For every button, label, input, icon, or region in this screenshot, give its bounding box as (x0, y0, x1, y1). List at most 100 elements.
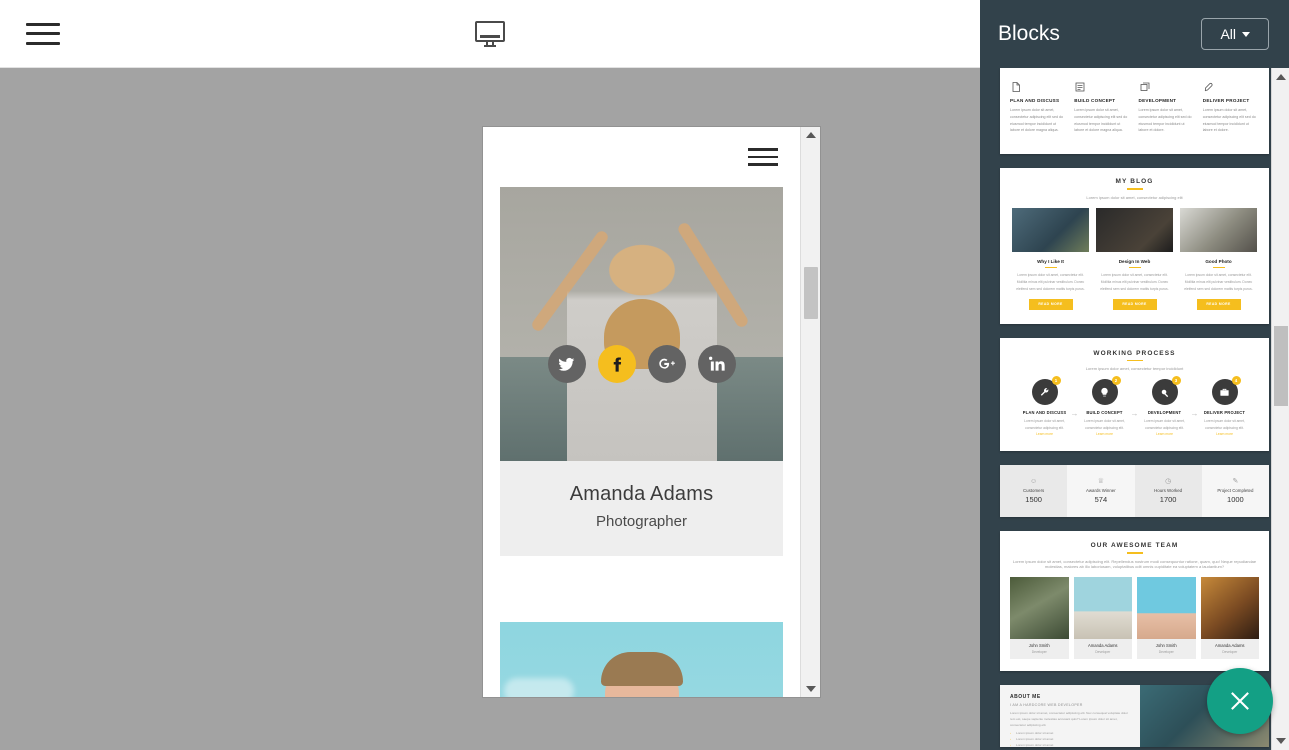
step-title: DELIVER PROJECT (1201, 410, 1249, 415)
feature-text: Lorem ipsum dolor sit amet, consectetur … (1010, 107, 1066, 134)
process-step: 3 DEVELOPMENT Lorem ipsum dolor sit amet… (1141, 379, 1189, 437)
member-photo (1201, 577, 1260, 639)
card-underline (1129, 267, 1141, 268)
heading-underline (1127, 188, 1143, 190)
blog-card-text: Lorem ipsum dolor sit amet, consectetur … (1180, 272, 1257, 292)
blocks-list[interactable]: PLAN AND DISCUSS Lorem ipsum dolor sit a… (980, 68, 1289, 750)
panel-title: Blocks (998, 22, 1060, 46)
feature-title: DEVELOPMENT (1139, 98, 1195, 103)
about-list-item: Lorem ipsum dolor sit amet (1010, 743, 1130, 747)
google-plus-icon[interactable] (648, 345, 686, 383)
step-number: 2 (1112, 376, 1121, 385)
blog-card-title: Good Photo (1180, 259, 1257, 264)
document-icon (1010, 80, 1022, 92)
counter-item: ✎ Project Completed 1000 (1202, 465, 1269, 517)
hamburger-menu-icon[interactable] (26, 23, 60, 45)
read-more-button[interactable]: READ MORE (1029, 299, 1073, 310)
linkedin-icon[interactable] (698, 345, 736, 383)
step-link[interactable]: Learn more (1036, 432, 1053, 436)
wrench-icon: ✎ (1232, 478, 1238, 485)
scroll-down-icon[interactable] (1272, 738, 1289, 744)
trophy-icon: ♕ (1098, 478, 1104, 485)
close-button[interactable] (1207, 668, 1273, 734)
preview-scrollbar[interactable] (800, 127, 820, 697)
step-title: BUILD CONCEPT (1081, 410, 1129, 415)
feature-text: Lorem ipsum dolor sit amet, consectetur … (1139, 107, 1195, 134)
step-text: Lorem ipsum dolor sit amet, consectetur … (1084, 419, 1125, 429)
about-subheading: I AM A HARDCORE WEB DEVELOPER (1010, 703, 1130, 707)
counter-item: ☺ Customers 1500 (1000, 465, 1067, 517)
card-underline (1213, 267, 1225, 268)
member-name: Amanda Adams (1074, 643, 1133, 648)
block-thumbnail-counters[interactable]: ☺ Customers 1500 ♕ Awards Winner 574 ◷ H… (1000, 465, 1269, 517)
step-text: Lorem ipsum dolor sit amet, consectetur … (1024, 419, 1065, 429)
step-number: 1 (1052, 376, 1061, 385)
site-preview-frame[interactable]: Amanda Adams Photographer (483, 127, 820, 697)
counter-value: 1000 (1227, 495, 1244, 504)
blog-card: Why I Like It Lorem ipsum dolor sit amet… (1012, 208, 1089, 310)
scroll-down-icon[interactable] (801, 686, 820, 692)
block-filter-dropdown[interactable]: All (1201, 18, 1269, 50)
panel-scrollbar-thumb[interactable] (1274, 326, 1288, 406)
process-step: 2 BUILD CONCEPT Lorem ipsum dolor sit am… (1081, 379, 1129, 437)
editor-canvas: Amanda Adams Photographer (0, 0, 980, 750)
team-member-card: John Smith Developer (1010, 577, 1069, 659)
rocket-icon (1203, 80, 1215, 92)
arrow-right-icon: → (1131, 409, 1139, 418)
read-more-button[interactable]: READ MORE (1197, 299, 1241, 310)
clock-icon: ◷ (1165, 478, 1171, 485)
process-step: 4 DELIVER PROJECT Lorem ipsum dolor sit … (1201, 379, 1249, 437)
member-role: Developer (1010, 650, 1069, 654)
list-icon (1074, 80, 1086, 92)
block-thumbnail-team[interactable]: OUR AWESOME TEAM Lorem ipsum dolor sit a… (1000, 531, 1269, 671)
blog-card-title: Design In Web (1096, 259, 1173, 264)
preview-scrollbar-thumb[interactable] (804, 267, 818, 319)
block-thumbnail-features[interactable]: PLAN AND DISCUSS Lorem ipsum dolor sit a… (1000, 68, 1269, 154)
preview-second-section (483, 622, 800, 697)
step-link[interactable]: Learn more (1216, 432, 1233, 436)
blog-image (1180, 208, 1257, 252)
preview-spacer (483, 556, 800, 622)
member-name: John Smith (1137, 643, 1196, 648)
gear-cursor-icon: 3 (1152, 379, 1178, 405)
arrow-right-icon: → (1071, 409, 1079, 418)
about-heading: ABOUT ME (1010, 694, 1130, 700)
blog-heading: MY BLOG (1012, 178, 1257, 185)
feature-column: DELIVER PROJECT Lorem ipsum dolor sit am… (1203, 80, 1259, 134)
editor-toolbar (0, 0, 980, 68)
hero-social-links (500, 345, 783, 383)
step-link[interactable]: Learn more (1096, 432, 1113, 436)
team-member-card: John Smith Developer (1137, 577, 1196, 659)
counter-label: Awards Winner (1086, 488, 1116, 493)
member-name: Amanda Adams (1201, 643, 1260, 648)
team-header: OUR AWESOME TEAM Lorem ipsum dolor sit a… (1010, 542, 1259, 569)
blocks-panel-scrollbar[interactable] (1271, 68, 1289, 750)
feature-title: BUILD CONCEPT (1074, 98, 1130, 103)
member-role: Developer (1137, 650, 1196, 654)
feature-title: PLAN AND DISCUSS (1010, 98, 1066, 103)
step-title: DEVELOPMENT (1141, 410, 1189, 415)
counter-value: 1700 (1160, 495, 1177, 504)
blog-card-title: Why I Like It (1012, 259, 1089, 264)
scroll-up-icon[interactable] (801, 132, 820, 138)
feature-title: DELIVER PROJECT (1203, 98, 1259, 103)
member-role: Developer (1074, 650, 1133, 654)
feature-column: PLAN AND DISCUSS Lorem ipsum dolor sit a… (1010, 80, 1066, 134)
member-photo (1010, 577, 1069, 639)
member-photo (1137, 577, 1196, 639)
facebook-icon[interactable] (598, 345, 636, 383)
block-thumbnail-my-blog[interactable]: MY BLOG Lorem ipsum dolor sit amet, cons… (1000, 168, 1269, 323)
step-number: 4 (1232, 376, 1241, 385)
block-thumbnail-working-process[interactable]: WORKING PROCESS Lorem ipsum dolor amet, … (1000, 338, 1269, 452)
twitter-icon[interactable] (548, 345, 586, 383)
step-link[interactable]: Learn more (1156, 432, 1173, 436)
step-text: Lorem ipsum dolor sit amet, consectetur … (1144, 419, 1185, 429)
preview-page: Amanda Adams Photographer (483, 127, 800, 697)
hamburger-menu-icon[interactable] (748, 148, 778, 166)
scroll-up-icon[interactable] (1272, 74, 1289, 80)
read-more-button[interactable]: READ MORE (1113, 299, 1157, 310)
feature-column: DEVELOPMENT Lorem ipsum dolor sit amet, … (1139, 80, 1195, 134)
arrow-right-icon: → (1191, 409, 1199, 418)
desktop-monitor-icon[interactable] (0, 20, 980, 48)
blocks-panel: Blocks All PLAN AND DISCUSS Lorem ipsum … (980, 0, 1289, 750)
